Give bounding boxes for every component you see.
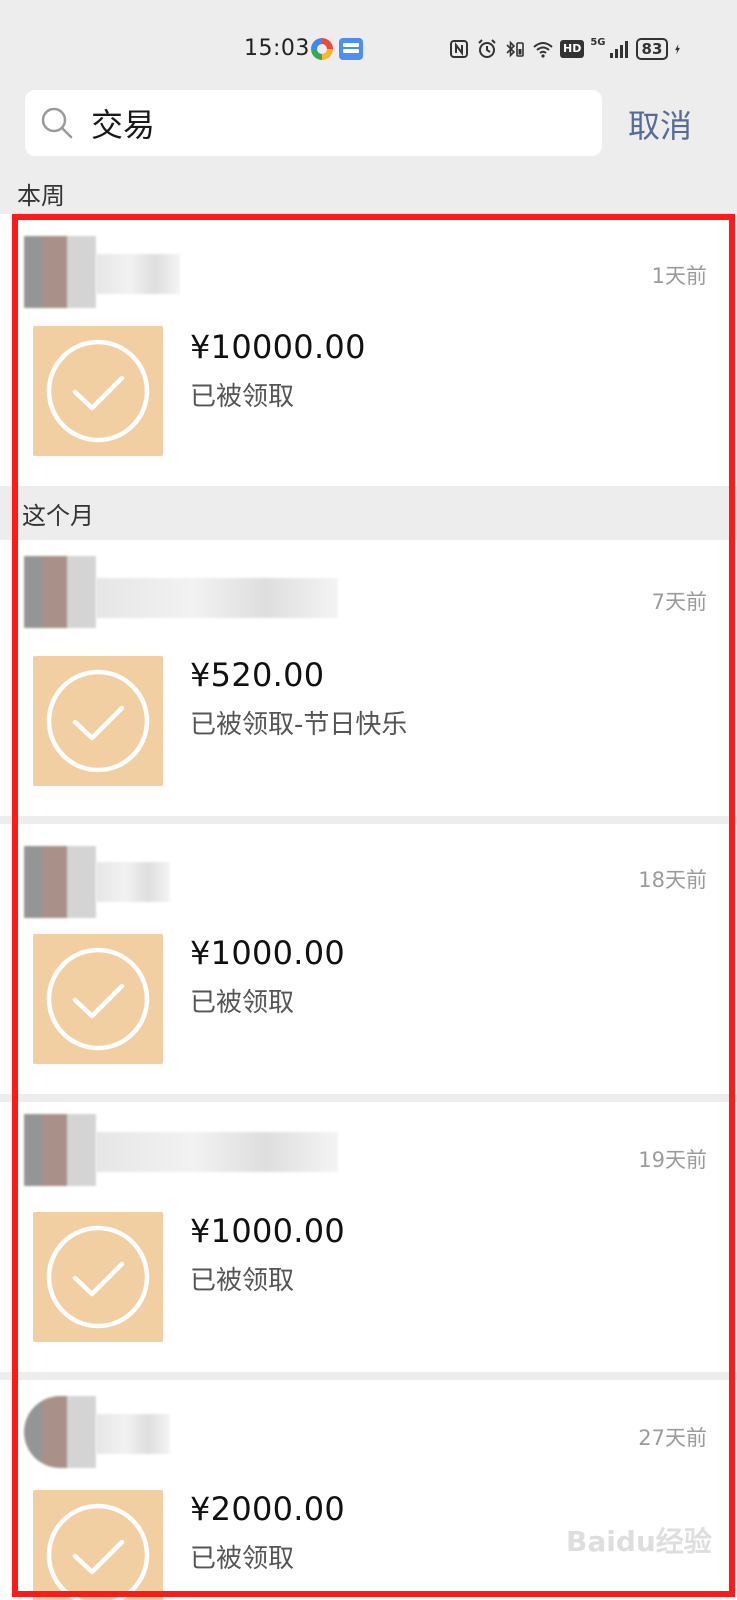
charging-icon xyxy=(675,44,681,55)
network-type-label: 5G xyxy=(590,36,606,48)
battery-level: 83 xyxy=(635,38,669,60)
check-circle-icon xyxy=(46,669,150,773)
hd-badge: HD xyxy=(560,40,585,58)
avatar xyxy=(24,1114,96,1186)
check-circle-icon xyxy=(46,1503,150,1600)
red-packet-thumbnail xyxy=(33,656,163,786)
avatar xyxy=(24,846,96,918)
red-packet-thumbnail xyxy=(33,934,163,1064)
avatar xyxy=(24,556,96,628)
search-input[interactable] xyxy=(91,90,591,156)
app-notification-icon xyxy=(311,38,333,60)
transaction-amount: ¥10000.00 xyxy=(190,328,366,366)
transaction-time: 19天前 xyxy=(638,1148,707,1172)
transaction-time: 1天前 xyxy=(651,264,707,288)
check-circle-icon xyxy=(46,947,150,1051)
transaction-item[interactable]: 18天前 ¥1000.00 已被领取 xyxy=(0,824,737,1094)
transaction-status: 已被领取 xyxy=(190,1266,295,1296)
section-header-this-month: 这个月 xyxy=(22,502,94,530)
transaction-item[interactable]: 1天前 ¥10000.00 已被领取 xyxy=(0,214,737,486)
transaction-time: 7天前 xyxy=(651,590,707,614)
sender-name-redacted xyxy=(96,254,180,294)
sender-name-redacted xyxy=(96,862,170,902)
transaction-time: 27天前 xyxy=(638,1426,707,1450)
bluetooth-battery-icon xyxy=(506,40,524,58)
search-bar[interactable] xyxy=(25,90,602,156)
red-packet-thumbnail xyxy=(33,326,163,456)
section-header-this-week: 本周 xyxy=(17,182,65,210)
alarm-icon xyxy=(478,39,496,58)
transaction-amount: ¥2000.00 xyxy=(190,1490,346,1528)
transaction-status: 已被领取 xyxy=(190,382,295,412)
avatar xyxy=(24,236,96,308)
divider xyxy=(0,816,737,824)
check-circle-icon xyxy=(46,339,150,443)
avatar xyxy=(24,1396,96,1468)
transaction-status: 已被领取 xyxy=(190,988,295,1018)
sender-name-redacted xyxy=(96,578,338,618)
search-icon xyxy=(41,107,73,139)
transaction-status: 已被领取 xyxy=(190,1544,295,1574)
baidu-watermark: Baidu经验 xyxy=(566,1525,712,1558)
sender-name-redacted xyxy=(96,1132,338,1172)
wifi-icon xyxy=(533,42,553,58)
transaction-amount: ¥1000.00 xyxy=(190,934,346,972)
status-icons: HD 5G 83 xyxy=(448,36,686,62)
transaction-amount: ¥520.00 xyxy=(190,656,325,694)
sender-name-redacted xyxy=(96,1414,170,1454)
app-notification-icon-2 xyxy=(339,38,363,60)
transaction-amount: ¥1000.00 xyxy=(190,1212,346,1250)
status-bar: 15:03 HD 5G 83 xyxy=(0,0,737,80)
red-packet-thumbnail xyxy=(33,1212,163,1342)
cancel-button[interactable]: 取消 xyxy=(628,98,692,150)
transaction-item[interactable]: 27天前 ¥2000.00 已被领取 xyxy=(0,1380,737,1600)
transaction-status: 已被领取-节日快乐 xyxy=(190,710,408,740)
red-packet-thumbnail xyxy=(33,1490,163,1600)
signal-icon xyxy=(609,41,628,58)
transaction-item[interactable]: 19天前 ¥1000.00 已被领取 xyxy=(0,1102,737,1372)
transaction-time: 18天前 xyxy=(638,868,707,892)
check-circle-icon xyxy=(46,1225,150,1329)
status-time: 15:03 xyxy=(244,36,310,61)
transaction-item[interactable]: 7天前 ¥520.00 已被领取-节日快乐 xyxy=(0,540,737,816)
nfc-icon xyxy=(450,40,468,58)
divider xyxy=(0,1094,737,1102)
divider xyxy=(0,1372,737,1380)
